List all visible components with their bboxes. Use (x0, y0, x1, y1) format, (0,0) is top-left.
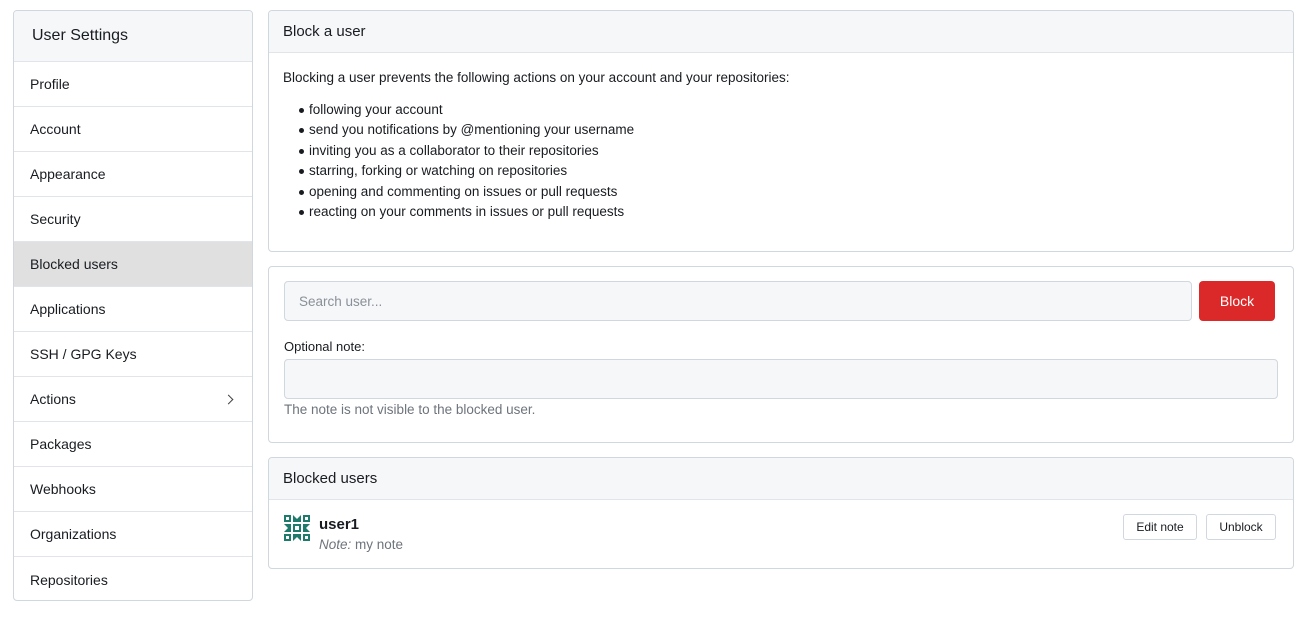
block-info-panel: Block a user Blocking a user prevents th… (268, 10, 1294, 252)
settings-sidebar: User Settings Profile Account Appearance… (13, 10, 253, 601)
list-item: inviting you as a collaborator to their … (299, 141, 1293, 161)
list-item: opening and commenting on issues or pull… (299, 182, 1293, 202)
sidebar-item-ssh-gpg-keys[interactable]: SSH / GPG Keys (14, 332, 252, 377)
settings-page: User Settings Profile Account Appearance… (0, 0, 1306, 621)
sidebar-item-applications[interactable]: Applications (14, 287, 252, 332)
list-item: reacting on your comments in issues or p… (299, 202, 1293, 222)
blocked-user-note: Note: my note (319, 537, 403, 552)
edit-note-button[interactable]: Edit note (1123, 514, 1197, 540)
note-text: my note (355, 537, 404, 552)
unblock-button[interactable]: Unblock (1206, 514, 1276, 540)
sidebar-item-label: Blocked users (30, 256, 118, 272)
sidebar-item-label: Actions (30, 391, 76, 407)
list-item: starring, forking or watching on reposit… (299, 161, 1293, 181)
sidebar-title: User Settings (14, 11, 252, 62)
sidebar-item-label: Repositories (30, 571, 108, 588)
sidebar-item-label: Account (30, 121, 81, 137)
sidebar-item-appearance[interactable]: Appearance (14, 152, 252, 197)
sidebar-item-packages[interactable]: Packages (14, 422, 252, 467)
optional-note-input[interactable] (284, 359, 1278, 399)
sidebar-item-blocked-users[interactable]: Blocked users (14, 242, 252, 287)
blocked-users-panel: Blocked users user1 Note: my note Edit n… (268, 457, 1294, 569)
search-user-input[interactable] (284, 281, 1192, 321)
blocked-users-header: Blocked users (269, 458, 1293, 500)
list-item: following your account (299, 100, 1293, 120)
identicon-avatar-icon (283, 514, 311, 542)
note-prefix: Note: (319, 537, 352, 552)
blocked-user-name[interactable]: user1 (319, 516, 359, 533)
sidebar-item-label: Applications (30, 301, 106, 317)
sidebar-item-webhooks[interactable]: Webhooks (14, 467, 252, 512)
sidebar-item-account[interactable]: Account (14, 107, 252, 152)
blocked-actions-list: following your account send you notifica… (269, 100, 1293, 222)
sidebar-item-label: Profile (30, 76, 70, 92)
list-item: send you notifications by @mentioning yo… (299, 120, 1293, 140)
sidebar-item-label: Appearance (30, 166, 106, 182)
block-button[interactable]: Block (1199, 281, 1275, 321)
sidebar-item-organizations[interactable]: Organizations (14, 512, 252, 557)
block-info-header: Block a user (269, 11, 1293, 53)
sidebar-item-label: Packages (30, 436, 92, 452)
sidebar-item-security[interactable]: Security (14, 197, 252, 242)
sidebar-item-label: Security (30, 211, 81, 227)
optional-note-label: Optional note: (284, 339, 365, 354)
block-info-intro: Blocking a user prevents the following a… (283, 70, 790, 85)
sidebar-item-label: Organizations (30, 526, 117, 542)
note-help-text: The note is not visible to the blocked u… (284, 402, 536, 417)
chevron-right-icon (223, 394, 234, 404)
sidebar-item-profile[interactable]: Profile (14, 62, 252, 107)
sidebar-item-repositories[interactable]: Repositories (14, 557, 252, 600)
sidebar-item-label: SSH / GPG Keys (30, 346, 137, 362)
table-row: user1 Note: my note Edit note Unblock (269, 500, 1293, 568)
block-form-panel: Block Optional note: The note is not vis… (268, 266, 1294, 443)
sidebar-item-label: Webhooks (30, 481, 96, 497)
sidebar-item-actions[interactable]: Actions (14, 377, 252, 422)
